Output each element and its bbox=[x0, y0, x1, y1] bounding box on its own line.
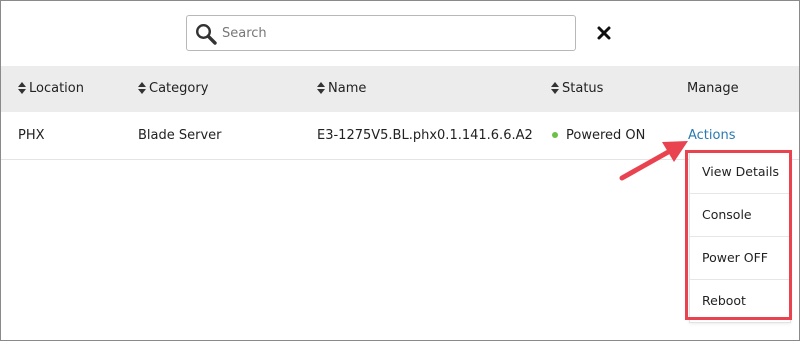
table-row: PHX Blade Server E3-1275V5.BL.phx0.1.141… bbox=[1, 112, 799, 160]
table-header: Location Category Name Status Manage bbox=[1, 66, 799, 112]
cell-location: PHX bbox=[18, 128, 45, 143]
column-label: Category bbox=[149, 81, 209, 96]
column-header-status[interactable]: Status bbox=[551, 66, 603, 112]
menu-item-console[interactable]: Console bbox=[690, 194, 790, 237]
close-icon[interactable] bbox=[596, 25, 612, 41]
menu-item-power-off[interactable]: Power OFF bbox=[690, 237, 790, 280]
column-header-name[interactable]: Name bbox=[317, 66, 366, 112]
sort-icon bbox=[551, 81, 559, 94]
status-text: Powered ON bbox=[566, 128, 646, 143]
menu-item-reboot[interactable]: Reboot bbox=[690, 280, 790, 322]
column-label: Name bbox=[328, 81, 367, 96]
menu-item-view-details[interactable]: View Details bbox=[690, 151, 790, 194]
column-header-category[interactable]: Category bbox=[138, 66, 208, 112]
cell-name: E3-1275V5.BL.phx0.1.141.6.6.A2 bbox=[317, 128, 533, 143]
sort-icon bbox=[138, 81, 146, 94]
column-label: Location bbox=[29, 81, 84, 96]
search-input[interactable] bbox=[222, 16, 567, 50]
column-header-manage: Manage bbox=[687, 66, 739, 112]
cell-status: Powered ON bbox=[552, 112, 645, 159]
actions-link[interactable]: Actions bbox=[688, 128, 736, 143]
column-label: Status bbox=[562, 81, 604, 96]
status-indicator-icon bbox=[552, 131, 558, 138]
actions-dropdown-menu: View Details Console Power OFF Reboot bbox=[689, 150, 791, 323]
column-label: Manage bbox=[687, 81, 739, 96]
column-header-location[interactable]: Location bbox=[18, 66, 84, 112]
sort-icon bbox=[18, 81, 26, 94]
cell-category: Blade Server bbox=[138, 128, 222, 143]
sort-icon bbox=[317, 81, 325, 94]
screenshot-frame bbox=[0, 0, 800, 341]
search-box[interactable] bbox=[186, 15, 576, 51]
search-icon bbox=[195, 23, 217, 45]
